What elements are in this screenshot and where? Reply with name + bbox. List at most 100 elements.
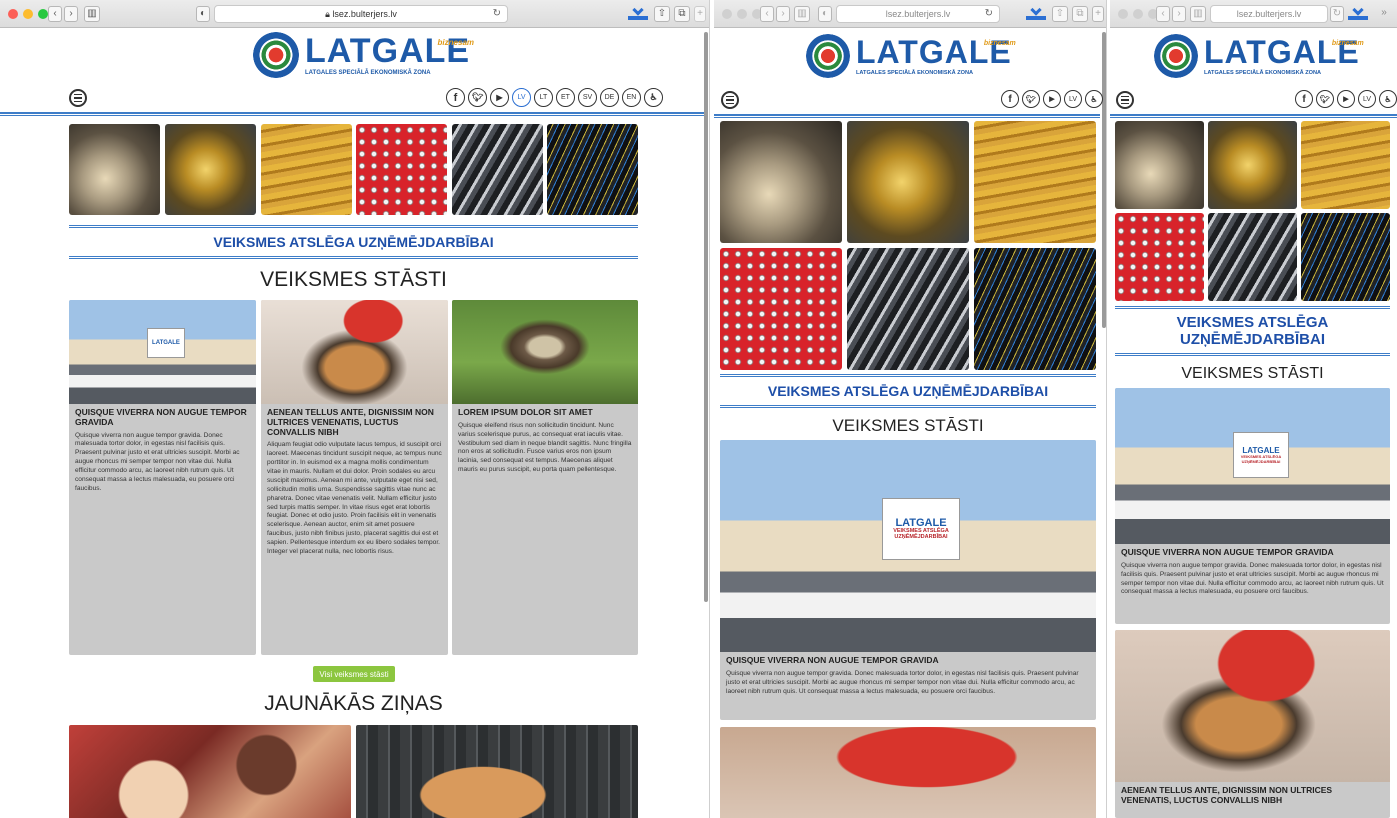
gallery-image[interactable]	[1115, 213, 1204, 301]
story-image[interactable]	[720, 727, 1096, 818]
lang-switcher[interactable]: LV	[1358, 90, 1376, 108]
gallery-image[interactable]	[1208, 213, 1297, 301]
tabs-icon[interactable]: ⧉	[1072, 6, 1088, 22]
address-bar[interactable]: lsez.bulterjers.lv	[1210, 5, 1328, 23]
lang-lt[interactable]: LT	[534, 88, 553, 107]
new-tab-icon[interactable]: +	[1092, 6, 1104, 22]
gallery-image[interactable]	[847, 121, 969, 243]
accessibility-icon[interactable]: ♿︎	[1379, 90, 1397, 108]
twitter-icon[interactable]: 🐦︎	[1022, 90, 1040, 108]
accessibility-icon[interactable]: ♿︎	[644, 88, 663, 107]
back-icon[interactable]: ‹	[760, 6, 774, 22]
lang-sv[interactable]: SV	[578, 88, 597, 107]
sidebar-icon[interactable]: ▥	[1190, 6, 1206, 22]
slogan-line1: VEIKSMES ATSLĒGA	[1176, 314, 1329, 331]
gallery-image[interactable]	[69, 124, 160, 215]
gallery-image[interactable]	[720, 121, 842, 243]
youtube-icon[interactable]: ▶	[490, 88, 509, 107]
gallery-image[interactable]	[261, 124, 352, 215]
site-logo[interactable]: LATGALE LATGALES SPECIĀLĀ EKONOMISKĀ ZON…	[1154, 34, 1364, 78]
lang-switcher[interactable]: LV	[1064, 90, 1082, 108]
minimize-window-icon[interactable]	[737, 9, 747, 19]
slogan-band: VEIKSMES ATSLĒGA UZŅĒMĒJDARBĪBAI	[69, 225, 638, 259]
twitter-icon[interactable]: 🐦︎	[468, 88, 487, 107]
lang-lv[interactable]: LV	[512, 88, 531, 107]
facebook-icon[interactable]: f	[446, 88, 465, 107]
gallery-image[interactable]	[720, 248, 842, 370]
maximize-window-icon[interactable]	[38, 9, 48, 19]
browser-toolbar: ‹ › ▥ lsez.bulterjers.lv ↻ »	[1110, 0, 1397, 28]
story-card[interactable]: LATGALE QUISQUE VIVERRA NON AUGUE TEMPOR…	[69, 300, 256, 655]
site-logo[interactable]: LATGALE LATGALES SPECIĀLĀ EKONOMISKĀ ZON…	[253, 32, 474, 78]
gallery-image[interactable]	[547, 124, 638, 215]
story-card[interactable]: LATGALE VEIKSMES ATSLĒGA UZŅĒMĒJDARBĪBAI…	[720, 440, 1096, 720]
logo-subtitle: LATGALES SPECIĀLĀ EKONOMISKĀ ZONA	[1204, 70, 1322, 76]
header-rule	[714, 114, 1100, 118]
gallery-image[interactable]	[356, 124, 447, 215]
download-icon[interactable]	[1348, 4, 1368, 20]
reload-icon[interactable]: ↻	[1330, 6, 1344, 22]
all-stories-button[interactable]: Visi veiksmes stāsti	[313, 666, 395, 682]
gallery-image[interactable]	[847, 248, 969, 370]
close-window-icon[interactable]	[8, 9, 18, 19]
gallery-image[interactable]	[1115, 121, 1204, 209]
scrollbar[interactable]	[704, 32, 708, 602]
menu-icon[interactable]	[69, 89, 87, 107]
close-window-icon[interactable]	[1118, 9, 1128, 19]
gallery-image[interactable]	[1301, 121, 1390, 209]
url-text: lsez.bulterjers.lv	[885, 9, 951, 19]
minimize-window-icon[interactable]	[1133, 9, 1143, 19]
download-icon[interactable]	[628, 4, 648, 20]
billboard-line2: UZŅĒMĒJDARBĪBAI	[1241, 458, 1281, 464]
lang-et[interactable]: ET	[556, 88, 575, 107]
reload-icon[interactable]: ↻	[985, 6, 993, 22]
slogan-text: VEIKSMES ATSLĒGA UZŅĒMĒJDARBĪBAI	[767, 383, 1049, 399]
address-bar[interactable]: 🔒︎ lsez.bulterjers.lv ↻	[214, 5, 508, 23]
forward-icon[interactable]: ›	[64, 6, 78, 22]
back-icon[interactable]: ‹	[48, 6, 62, 22]
download-icon[interactable]	[1026, 4, 1046, 20]
forward-icon[interactable]: ›	[1172, 6, 1186, 22]
facebook-icon[interactable]: f	[1001, 90, 1019, 108]
new-tab-icon[interactable]: +	[694, 6, 706, 22]
tabs-icon[interactable]: ⧉	[674, 6, 690, 22]
youtube-icon[interactable]: ▶	[1337, 90, 1355, 108]
gallery-image[interactable]	[165, 124, 256, 215]
address-bar[interactable]: lsez.bulterjers.lv ↻	[836, 5, 1000, 23]
back-icon[interactable]: ‹	[1156, 6, 1170, 22]
more-icon[interactable]: »	[1376, 6, 1392, 22]
accessibility-icon[interactable]: ♿︎	[1085, 90, 1103, 108]
header-rule	[1110, 114, 1397, 118]
close-window-icon[interactable]	[722, 9, 732, 19]
privacy-shield-icon[interactable]: ◐	[818, 6, 832, 22]
scrollbar[interactable]	[1102, 32, 1106, 328]
menu-icon[interactable]	[721, 91, 739, 109]
gallery-image[interactable]	[1301, 213, 1390, 301]
gallery-image[interactable]	[974, 248, 1096, 370]
twitter-icon[interactable]: 🐦︎	[1316, 90, 1334, 108]
minimize-window-icon[interactable]	[23, 9, 33, 19]
forward-icon[interactable]: ›	[776, 6, 790, 22]
story-card[interactable]: LATGALE VEIKSMES ATSLĒGA UZŅĒMĒJDARBĪBAI…	[1115, 388, 1390, 624]
gallery-image[interactable]	[1208, 121, 1297, 209]
browser-window-mobile: ‹ › ▥ lsez.bulterjers.lv ↻ » LATGALE LAT…	[1110, 0, 1397, 818]
facebook-icon[interactable]: f	[1295, 90, 1313, 108]
sidebar-icon[interactable]: ▥	[84, 6, 100, 22]
share-icon[interactable]: ⇧	[1052, 6, 1068, 22]
news-image[interactable]	[356, 725, 638, 818]
gallery-image[interactable]	[452, 124, 543, 215]
lang-de[interactable]: DE	[600, 88, 619, 107]
site-logo[interactable]: LATGALE LATGALES SPECIĀLĀ EKONOMISKĀ ZON…	[806, 34, 1016, 78]
share-icon[interactable]: ⇧	[654, 6, 670, 22]
lang-en[interactable]: EN	[622, 88, 641, 107]
story-card[interactable]: AENEAN TELLUS ANTE, DIGNISSIM NON ULTRIC…	[1115, 630, 1390, 818]
youtube-icon[interactable]: ▶	[1043, 90, 1061, 108]
sidebar-icon[interactable]: ▥	[794, 6, 810, 22]
menu-icon[interactable]	[1116, 91, 1134, 109]
reload-icon[interactable]: ↻	[493, 6, 501, 22]
news-image[interactable]	[69, 725, 351, 818]
privacy-shield-icon[interactable]: ◐	[196, 6, 210, 22]
story-card[interactable]: LOREM IPSUM DOLOR SIT AMET Quisque eleif…	[452, 300, 638, 655]
gallery-image[interactable]	[974, 121, 1096, 243]
story-card[interactable]: AENEAN TELLUS ANTE, DIGNISSIM NON ULTRIC…	[261, 300, 448, 655]
